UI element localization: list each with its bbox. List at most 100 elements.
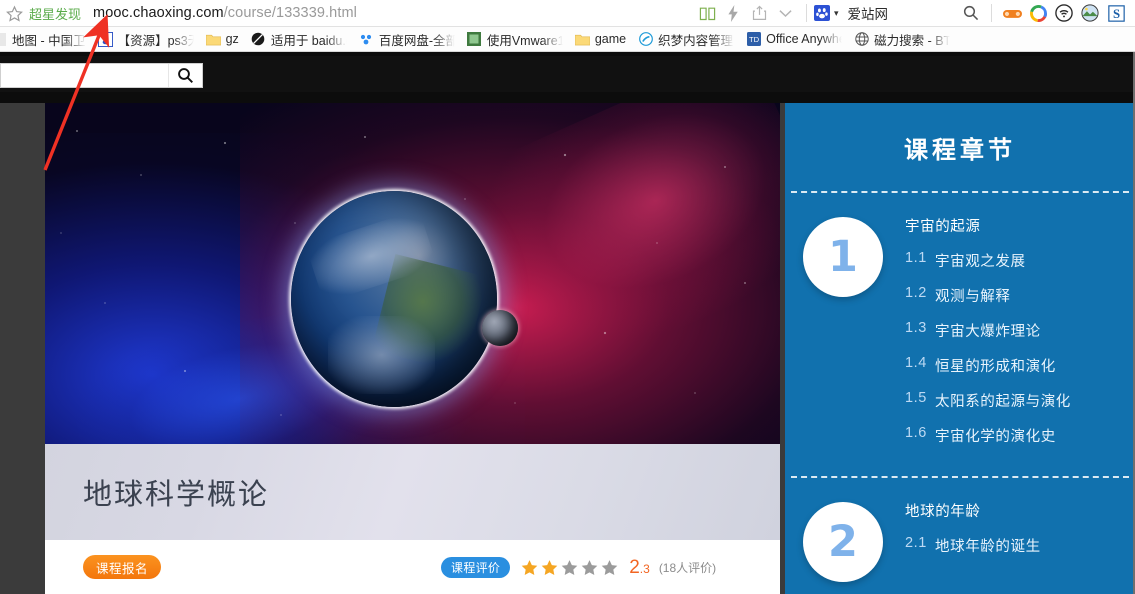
rating-stars[interactable]	[521, 559, 618, 576]
continent-shape-2	[328, 316, 436, 395]
site-header-bar	[0, 56, 1135, 92]
lesson-name: 地球年龄的诞生	[935, 539, 1041, 555]
rating-score-int: 2	[629, 556, 640, 578]
bookmark-label: 适用于 baidu.com	[270, 33, 347, 48]
svg-text:TD: TD	[749, 35, 760, 44]
star-icon-filled[interactable]	[541, 559, 558, 576]
bookmark-item-office-anywhere[interactable]: TD Office Anywhere	[740, 27, 848, 51]
enroll-button[interactable]: 课程报名	[83, 555, 162, 579]
search-submit-button[interactable]	[168, 64, 202, 87]
bookmark-item-dedecms[interactable]: 织梦内容管理系统	[632, 27, 740, 51]
chapter-block: 1 宇宙的起源 1.1 宇宙观之发展 1.2 观测与解释 1.3 宇宙大爆炸理论…	[785, 193, 1135, 476]
lesson-item[interactable]: 1.3 宇宙大爆炸理论	[905, 320, 1071, 341]
toolbar-divider	[805, 4, 807, 22]
browser-toolbar-right: ▾ 爱站网 S	[695, 0, 1135, 27]
course-banner-image	[45, 103, 780, 444]
lesson-name: 观测与解释	[935, 289, 1011, 305]
blue-badge-icon	[97, 31, 113, 47]
url-text[interactable]: mooc.chaoxing.com/course/133339.html	[93, 5, 357, 21]
black-circle-icon	[251, 32, 266, 47]
lower-black-strip	[0, 92, 1135, 103]
chapters-panel-header: 课程章节	[785, 103, 1135, 191]
search-engine-selector[interactable]: ▾ 爱站网	[813, 3, 888, 23]
star-icon-filled[interactable]	[521, 559, 538, 576]
toolbar-search-icon[interactable]	[958, 0, 984, 27]
lesson-number: 2.1	[905, 535, 927, 551]
bookmark-item-baidu-com[interactable]: 适用于 baidu.com	[245, 27, 353, 51]
wifi-signal-icon[interactable]	[1051, 0, 1077, 27]
bookmark-label: game	[594, 32, 627, 46]
lesson-number: 1.3	[905, 320, 927, 336]
baidu-paw-icon	[813, 5, 830, 21]
lesson-name: 恒星的形成和演化	[935, 359, 1056, 375]
folder-icon	[205, 32, 221, 47]
lightning-icon[interactable]	[721, 0, 747, 27]
bookmark-label: gz	[225, 32, 239, 46]
course-action-bar: 课程报名 课程评价 2.3 (18人评价)	[45, 540, 780, 594]
sogou-s-icon[interactable]: S	[1103, 0, 1129, 27]
bookmark-item-ps3[interactable]: 【资源】ps3无线	[92, 27, 200, 51]
lesson-number: 1.1	[905, 250, 927, 266]
search-input[interactable]	[1, 64, 168, 87]
bookmark-star-icon[interactable]	[6, 5, 23, 22]
course-evaluate-button[interactable]: 课程评价	[441, 556, 511, 578]
chaoxing-discover-label[interactable]: 超星发现	[29, 4, 81, 23]
rating-score: 2.3	[629, 558, 650, 577]
lesson-item[interactable]: 1.5 太阳系的起源与演化	[905, 390, 1071, 411]
bookmark-item-game[interactable]: game	[569, 27, 632, 51]
chapter-title: 地球的年龄	[905, 504, 981, 520]
reader-book-icon[interactable]	[695, 0, 721, 27]
chapter-body: 宇宙的起源 1.1 宇宙观之发展 1.2 观测与解释 1.3 宇宙大爆炸理论 1…	[905, 211, 1071, 460]
url-path: /course/133339.html	[223, 5, 357, 21]
lesson-item[interactable]: 1.4 恒星的形成和演化	[905, 355, 1071, 376]
folder-icon	[574, 32, 590, 47]
lesson-number: 1.5	[905, 390, 927, 406]
lesson-item[interactable]: 1.1 宇宙观之发展	[905, 250, 1071, 271]
lesson-number: 1.4	[905, 355, 927, 371]
bookmark-item-map[interactable]: 地图 - 中国卫	[0, 27, 92, 51]
landscape-photo-icon[interactable]	[1077, 0, 1103, 27]
gamepad-icon[interactable]	[999, 0, 1025, 27]
site-search-box[interactable]	[0, 63, 203, 88]
rating-count-label: (18人评价)	[658, 560, 717, 575]
chapter-number-badge: 1	[803, 217, 883, 297]
vmware-icon	[467, 32, 482, 47]
google-ring-icon[interactable]	[1025, 0, 1051, 27]
lesson-name: 宇宙大爆炸理论	[935, 324, 1041, 340]
course-title-band: 地球科学概论	[45, 444, 780, 540]
dedecms-icon	[638, 32, 653, 47]
bookmark-label: 【资源】ps3无线	[117, 33, 194, 48]
lesson-item[interactable]: 2.1 地球年龄的诞生	[905, 535, 1041, 556]
star-icon-empty[interactable]	[601, 559, 618, 576]
course-rating-group: 课程评价 2.3 (18人评价)	[441, 556, 717, 578]
chapter-number: 1	[828, 231, 858, 282]
star-icon-empty[interactable]	[581, 559, 598, 576]
page-background: 地球科学概论 课程报名 课程评价 2.3 (18人评价) 课程章节 1 宇宙的起…	[0, 52, 1135, 594]
lesson-item[interactable]: 1.2 观测与解释	[905, 285, 1071, 306]
chapter-title: 宇宙的起源	[905, 219, 981, 235]
globe-icon	[854, 32, 869, 47]
bookmark-label: 地图 - 中国卫	[12, 33, 86, 48]
browser-url-bar[interactable]: 超星发现 mooc.chaoxing.com/course/133339.htm…	[0, 0, 1135, 27]
lesson-number: 1.6	[905, 425, 927, 441]
share-icon[interactable]	[747, 0, 773, 27]
bookmark-item-baidu-pan[interactable]: 百度网盘-全部文件	[353, 27, 461, 51]
lesson-item[interactable]: 1.6 宇宙化学的演化史	[905, 425, 1071, 446]
toolbar-divider-2	[991, 4, 992, 22]
chapter-block: 2 地球的年龄 2.1 地球年龄的诞生	[785, 478, 1135, 594]
bookmark-label: 百度网盘-全部文件	[378, 33, 455, 48]
lesson-number: 1.2	[905, 285, 927, 301]
bookmark-label: Office Anywhere	[766, 32, 842, 46]
engine-caret-icon[interactable]: ▾	[834, 8, 839, 19]
moon-icon	[482, 310, 518, 346]
rating-score-frac: .3	[639, 561, 650, 576]
bookmark-item-gz[interactable]: gz	[200, 27, 245, 51]
star-icon-empty[interactable]	[561, 559, 578, 576]
bookmark-item-magnet-search[interactable]: 磁力搜索 - BT蚂蚁	[848, 27, 956, 51]
bookmarks-bar: 地图 - 中国卫 【资源】ps3无线 gz 适用于 baidu.com	[0, 27, 1135, 52]
bookmark-item-vmware[interactable]: 使用Vmware14安	[461, 27, 569, 51]
bookmark-label: 磁力搜索 - BT蚂蚁	[874, 33, 951, 48]
page-title: 地球科学概论	[83, 477, 270, 511]
chapters-panel-title: 课程章节	[904, 136, 1016, 164]
chevron-down-icon[interactable]	[773, 0, 799, 27]
